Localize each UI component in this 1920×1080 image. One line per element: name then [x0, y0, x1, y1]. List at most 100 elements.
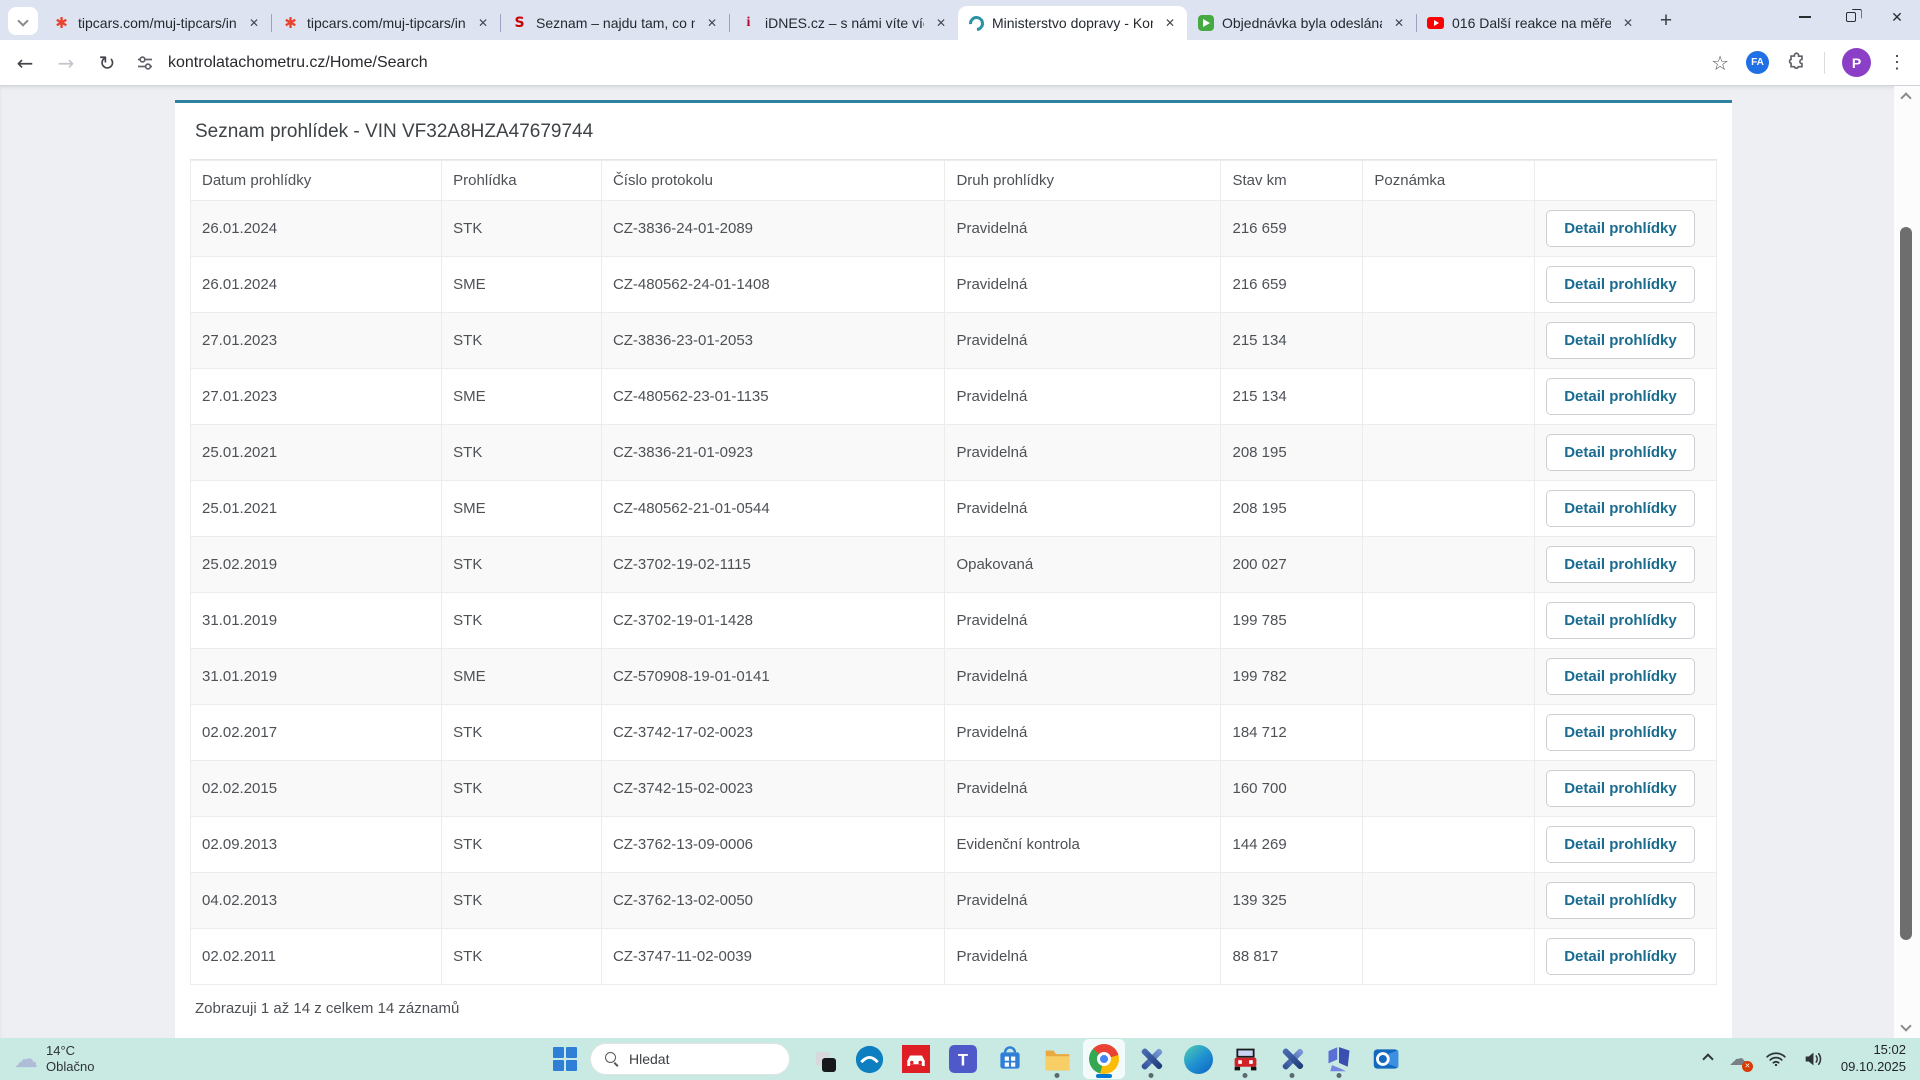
task-view-button[interactable] — [801, 1039, 843, 1079]
bookmark-star-icon[interactable]: ☆ — [1711, 51, 1729, 75]
cell-poznamka — [1363, 593, 1535, 649]
wifi-icon[interactable] — [1765, 1051, 1787, 1067]
profile-avatar[interactable]: P — [1842, 48, 1871, 77]
cell-druh: Pravidelná — [945, 873, 1221, 929]
app-x-program-1[interactable] — [1130, 1039, 1172, 1079]
page-content: Seznam prohlídek - VIN VF32A8HZA47679744… — [0, 86, 1920, 1038]
onedrive-icon[interactable]: ☁✕ — [1729, 1050, 1748, 1069]
tray-chevron-up-icon[interactable] — [1702, 1053, 1713, 1064]
detail-prohlidky-button[interactable]: Detail prohlídky — [1546, 938, 1695, 975]
cell-prohlidka: STK — [442, 929, 602, 985]
mdcr-favicon — [966, 12, 987, 33]
app-pixel-car[interactable] — [1224, 1039, 1266, 1079]
app-map-blue[interactable] — [1318, 1039, 1360, 1079]
close-button[interactable]: ✕ — [1874, 0, 1920, 34]
tab-objednavka[interactable]: Objednávka byla odeslána. ✕ — [1187, 6, 1416, 40]
url-text[interactable]: kontrolatachometru.cz/Home/Search — [168, 54, 428, 72]
cell-datum: 25.01.2021 — [191, 425, 442, 481]
cell-action: Detail prohlídky — [1535, 313, 1717, 369]
detail-prohlidky-button[interactable]: Detail prohlídky — [1546, 546, 1695, 583]
tab-close-icon[interactable]: ✕ — [932, 14, 950, 32]
tab-close-icon[interactable]: ✕ — [1619, 14, 1637, 32]
cell-druh: Pravidelná — [945, 201, 1221, 257]
cell-protokol: CZ-3836-24-01-2089 — [601, 201, 945, 257]
detail-prohlidky-button[interactable]: Detail prohlídky — [1546, 322, 1695, 359]
openoffice-icon — [855, 1045, 884, 1074]
browser-menu-kebab-icon[interactable]: ⋮ — [1888, 52, 1906, 73]
tab-title: iDNES.cz – s námi víte víc — [765, 15, 924, 31]
app-x-program-2[interactable] — [1271, 1039, 1313, 1079]
detail-prohlidky-button[interactable]: Detail prohlídky — [1546, 490, 1695, 527]
taskbar-center: Hledat — [545, 1038, 1407, 1080]
page-scrollbar[interactable] — [1894, 86, 1920, 1038]
volume-icon[interactable] — [1804, 1051, 1824, 1067]
file-explorer-icon — [1043, 1045, 1072, 1074]
app-microsoft-store[interactable] — [989, 1039, 1031, 1079]
back-button[interactable]: ← — [12, 51, 38, 75]
cell-prohlidka: STK — [442, 201, 602, 257]
detail-prohlidky-button[interactable]: Detail prohlídky — [1546, 434, 1695, 471]
browser-tab-strip: ✱ tipcars.com/muj-tipcars/inzerce ✕ ✱ ti… — [0, 0, 1920, 40]
omnibox[interactable]: kontrolatachometru.cz/Home/Search — [135, 53, 1696, 73]
scroll-down-icon[interactable] — [1900, 1020, 1911, 1031]
detail-prohlidky-button[interactable]: Detail prohlídky — [1546, 602, 1695, 639]
detail-prohlidky-button[interactable]: Detail prohlídky — [1546, 770, 1695, 807]
cell-action: Detail prohlídky — [1535, 873, 1717, 929]
tab-close-icon[interactable]: ✕ — [703, 14, 721, 32]
app-teams[interactable]: T — [942, 1039, 984, 1079]
app-tipcars[interactable] — [895, 1039, 937, 1079]
cell-poznamka — [1363, 313, 1535, 369]
app-chrome-active[interactable] — [1083, 1039, 1125, 1079]
detail-prohlidky-button[interactable]: Detail prohlídky — [1546, 210, 1695, 247]
taskbar-search[interactable]: Hledat — [590, 1043, 790, 1075]
app-edge[interactable] — [1177, 1039, 1219, 1079]
extension-fa-badge[interactable]: FA — [1746, 51, 1769, 74]
tab-idnes[interactable]: i iDNES.cz – s námi víte víc ✕ — [729, 6, 958, 40]
tab-ministerstvo-dopravy-active[interactable]: Ministerstvo dopravy - Kontrola ✕ — [958, 6, 1187, 40]
detail-prohlidky-button[interactable]: Detail prohlídky — [1546, 378, 1695, 415]
site-settings-tune-icon[interactable] — [135, 53, 155, 73]
detail-prohlidky-button[interactable]: Detail prohlídky — [1546, 658, 1695, 695]
cloud-icon: ☁ — [14, 1047, 38, 1071]
cell-druh: Evidenční kontrola — [945, 817, 1221, 873]
cell-druh: Pravidelná — [945, 425, 1221, 481]
tab-tipcars-1[interactable]: ✱ tipcars.com/muj-tipcars/inzerce ✕ — [42, 6, 271, 40]
detail-prohlidky-button[interactable]: Detail prohlídky — [1546, 714, 1695, 751]
taskbar-clock[interactable]: 15:02 09.10.2025 — [1841, 1042, 1906, 1076]
taskbar-weather-widget[interactable]: ☁ 14°C Oblačno — [0, 1043, 94, 1076]
table-row: 31.01.2019 SME CZ-570908-19-01-0141 Prav… — [191, 649, 1717, 705]
tab-close-icon[interactable]: ✕ — [474, 14, 492, 32]
tab-close-icon[interactable]: ✕ — [245, 14, 263, 32]
app-file-explorer[interactable] — [1036, 1039, 1078, 1079]
restore-button[interactable] — [1828, 0, 1874, 34]
forward-button[interactable]: → — [53, 51, 79, 75]
cell-prohlidka: SME — [442, 649, 602, 705]
tab-tipcars-2[interactable]: ✱ tipcars.com/muj-tipcars/inzerce ✕ — [271, 6, 500, 40]
x-app-icon — [1278, 1045, 1306, 1073]
cell-datum: 02.09.2013 — [191, 817, 442, 873]
start-button[interactable] — [545, 1039, 585, 1079]
system-tray: ☁✕ 15:02 09.10.2025 — [1704, 1042, 1920, 1076]
new-tab-button[interactable]: + — [1651, 6, 1681, 36]
detail-prohlidky-button[interactable]: Detail prohlídky — [1546, 882, 1695, 919]
scroll-up-icon[interactable] — [1900, 92, 1911, 103]
app-openoffice[interactable] — [848, 1039, 890, 1079]
cell-prohlidka: STK — [442, 817, 602, 873]
table-row: 25.01.2021 STK CZ-3836-21-01-0923 Pravid… — [191, 425, 1717, 481]
cell-protokol: CZ-3836-21-01-0923 — [601, 425, 945, 481]
detail-prohlidky-button[interactable]: Detail prohlídky — [1546, 266, 1695, 303]
detail-prohlidky-button[interactable]: Detail prohlídky — [1546, 826, 1695, 863]
tab-close-icon[interactable]: ✕ — [1390, 14, 1408, 32]
cell-action: Detail prohlídky — [1535, 257, 1717, 313]
tab-title: 016 Další reakce na měření plo — [1452, 15, 1611, 31]
reload-button[interactable]: ↻ — [94, 51, 120, 75]
app-outlook[interactable] — [1365, 1039, 1407, 1079]
extensions-puzzle-icon[interactable] — [1786, 52, 1807, 73]
minimize-button[interactable] — [1782, 0, 1828, 34]
tab-close-icon[interactable]: ✕ — [1161, 14, 1179, 32]
cell-stav-km: 144 269 — [1221, 817, 1363, 873]
tab-seznam[interactable]: S Seznam – najdu tam, co nezná ✕ — [500, 6, 729, 40]
tab-youtube[interactable]: 016 Další reakce na měření plo ✕ — [1416, 6, 1645, 40]
tab-search-button[interactable] — [8, 7, 38, 35]
scrollbar-thumb[interactable] — [1900, 227, 1912, 940]
